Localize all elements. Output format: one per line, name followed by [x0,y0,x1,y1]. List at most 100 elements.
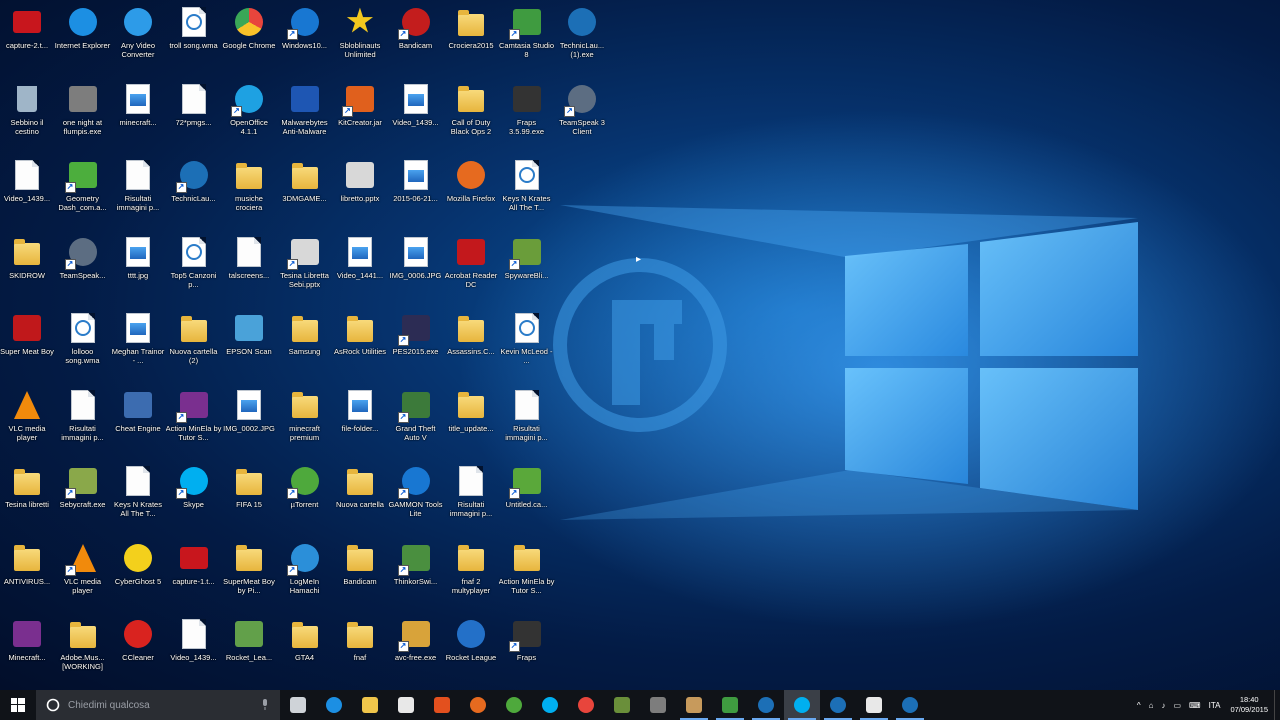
desktop-icon[interactable]: Samsung [278,308,332,384]
desktop-icon[interactable]: Minecraft... [0,614,54,690]
show-desktop-button[interactable] [1274,690,1280,720]
desktop-icon[interactable]: ↗ avc-free.exe [389,614,443,690]
desktop-icon[interactable]: troll song.wma [167,2,221,78]
keyboard-icon[interactable]: ⌨ [1189,701,1201,710]
desktop-icon[interactable]: ↗ Action MinEla by Tutor S... [166,385,221,461]
desktop-icon[interactable]: tttt.jpg [111,232,165,308]
desktop-icon[interactable]: ↗ TeamSpeak... [56,232,110,308]
taskbar-file-explorer-button[interactable] [352,690,388,720]
desktop-icon[interactable]: Risultati immagini p... [444,461,498,537]
desktop-icon[interactable]: ↗ Geometry Dash_com.a... [56,155,110,231]
desktop-icon[interactable]: Bandicam [333,538,387,614]
notification-icon[interactable]: ▭ [1173,701,1181,710]
desktop-icon[interactable]: ↗ Skype [167,461,221,537]
desktop-icon[interactable]: GTA4 [278,614,332,690]
desktop-icon[interactable]: ↗ Grand Theft Auto V [389,385,443,461]
language-indicator[interactable]: ITA [1209,701,1221,710]
clock[interactable]: 18:40 07/09/2015 [1230,695,1268,715]
desktop-icon[interactable]: ↗ ThinkorSwi... [389,538,443,614]
taskbar-calculator-button[interactable] [640,690,676,720]
desktop-icon[interactable]: Video_1441... [333,232,387,308]
taskbar-edge-button[interactable] [316,690,352,720]
desktop-icon[interactable]: Meghan Trainor - ... [111,308,165,384]
desktop-icon[interactable]: Video_1439... [167,614,221,690]
desktop-icon[interactable]: title_update... [444,385,498,461]
desktop-icon[interactable]: Keys N Krates All The T... [500,155,554,231]
desktop-icon[interactable]: ↗ LogMeIn Hamachi [278,538,332,614]
desktop-icon[interactable]: TechnicLau... (1).exe [555,2,609,78]
microphone-icon[interactable] [260,699,270,711]
taskbar-chrome-button[interactable] [568,690,604,720]
desktop-icon[interactable]: Risultati immagini p... [500,385,554,461]
desktop-icon[interactable]: Internet Explorer [55,2,110,78]
desktop-icon[interactable]: Malwarebytes Anti-Malware [278,79,332,155]
desktop-icon[interactable]: Top5 Canzoni p... [167,232,221,308]
taskbar-minecraft-button[interactable] [604,690,640,720]
desktop-icon[interactable]: ↗ VLC media player [56,538,110,614]
taskbar-office-button[interactable] [424,690,460,720]
desktop-icon[interactable]: ↗ Camtasia Studio 8 [499,2,554,78]
taskbar-firefox-button[interactable] [460,690,496,720]
desktop-icon[interactable]: CCleaner [111,614,165,690]
desktop-icon[interactable]: ↗ TeamSpeak 3 Client [555,79,609,155]
desktop-icon[interactable]: ↗ Fraps [500,614,554,690]
desktop-icon[interactable]: Cheat Engine [111,385,165,461]
taskbar-camtasia-recorder-button[interactable] [856,690,892,720]
tray-chevron-icon[interactable]: ^ [1137,701,1141,710]
desktop-icon[interactable]: fnaf [333,614,387,690]
desktop-icon[interactable]: Video_1439... [389,79,443,155]
desktop-icon[interactable]: Rocket_Lea... [222,614,276,690]
desktop-icon[interactable]: Kevin McLeod - ... [500,308,554,384]
desktop-icon[interactable]: Risultati immagini p... [56,385,110,461]
desktop-icon[interactable]: Crociera2015 [444,2,498,78]
desktop-icon[interactable]: ↗ µTorrent [278,461,332,537]
desktop-icon[interactable]: Video_1439... [0,155,54,231]
desktop-icon[interactable]: ↗ Tesina Libretta Sebi.pptx [278,232,332,308]
desktop-icon[interactable]: IMG_0006.JPG [389,232,443,308]
desktop-icon[interactable]: ↗ TechnicLau... [167,155,221,231]
desktop-icon[interactable]: Keys N Krates All The T... [111,461,165,537]
desktop-icon[interactable]: Adobe.Mus... [WORKING] [56,614,110,690]
desktop-icon[interactable]: Nuova cartella [333,461,387,537]
taskbar-camtasia-button[interactable] [712,690,748,720]
desktop-icon[interactable]: musiche crociera [222,155,276,231]
network-icon[interactable]: ⌂ [1149,701,1154,710]
desktop-icon[interactable]: AsRock Utilities [333,308,387,384]
desktop-icon[interactable]: Any Video Converter [111,2,165,78]
desktop-icon[interactable]: libretto.pptx [333,155,387,231]
desktop-icon[interactable]: SKIDROW [0,232,54,308]
desktop-icon[interactable]: ↗ Windows10... [278,2,332,78]
desktop-icon[interactable]: minecraft... [111,79,165,155]
desktop-icon[interactable]: file-folder... [333,385,387,461]
desktop-icon[interactable]: ↗ SpywareBli... [500,232,554,308]
desktop-icon[interactable]: Risultati immagini p... [111,155,165,231]
desktop-icon[interactable]: 3DMGAME... [278,155,332,231]
desktop-icon[interactable]: FIFA 15 [222,461,276,537]
desktop-icon[interactable]: ↗ Sebycraft.exe [56,461,110,537]
taskbar-technic-2-button[interactable] [820,690,856,720]
taskbar-package-button[interactable] [676,690,712,720]
desktop-icon[interactable]: Super Meat Boy [0,308,54,384]
desktop-icon[interactable]: ★ Sbloblinauts Unlimited [333,2,387,78]
desktop-icon[interactable]: 72*pmgs... [167,79,221,155]
taskbar-store-button[interactable] [388,690,424,720]
desktop-icon[interactable]: Acrobat Reader DC [444,232,498,308]
desktop-icon[interactable]: SuperMeat Boy by Pi... [222,538,276,614]
taskbar-utorrent-button[interactable] [496,690,532,720]
desktop-icon[interactable]: ANTIVIRUS... [0,538,54,614]
desktop-icon[interactable]: ↗ OpenOffice 4.1.1 [222,79,276,155]
desktop-icon[interactable]: 2015-06-21... [389,155,443,231]
desktop-icon[interactable]: Action MinEla by Tutor S... [499,538,554,614]
taskbar-technic-3-button[interactable] [892,690,928,720]
desktop-icon[interactable]: Assassins.C... [444,308,498,384]
desktop-icon[interactable]: capture-2.t... [0,2,54,78]
desktop-icon[interactable]: Call of Duty Black Ops 2 [444,79,498,155]
desktop-icon[interactable]: Nuova cartella (2) [167,308,221,384]
desktop-icon[interactable]: ↗ KitCreator.jar [333,79,387,155]
desktop-icon[interactable]: Mozilla Firefox [444,155,498,231]
desktop-icon[interactable]: CyberGhost 5 [111,538,165,614]
desktop-icon[interactable]: one night at flumpis.exe [56,79,110,155]
desktop-icon[interactable]: ↗ GAMMON Tools Lite [388,461,443,537]
desktop-icon[interactable]: capture-1.t... [167,538,221,614]
desktop-icon[interactable]: fnaf 2 multyplayer [444,538,498,614]
